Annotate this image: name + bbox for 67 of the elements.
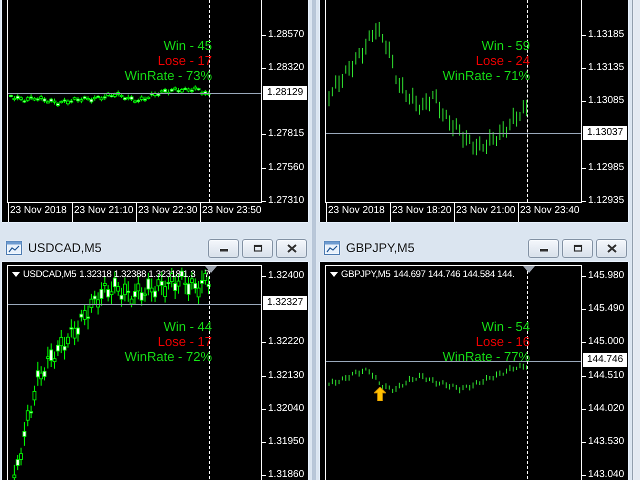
win-count: Win - 54 [482,319,530,334]
time-label: 23 Nov 23:40 [518,203,582,222]
price-label: 1.13085 [588,94,624,108]
chart-window-icon [324,241,340,255]
current-price-label: 1.13037 [583,126,627,140]
win-count: Win - 45 [164,38,212,53]
price-label: 1.13135 [588,61,624,76]
restore-button[interactable] [562,238,593,258]
restore-button[interactable] [242,238,273,258]
chart-symbol: GBPJPY,M5 [341,269,390,280]
price-label: 145.000 [588,335,624,350]
ohlc-quote: 144.697 144.746 144.584 144. [393,269,514,280]
lose-count: Lose - 24 [476,53,530,68]
price-label: 1.27815 [268,127,304,142]
price-label: 1.13185 [588,28,624,42]
minimize-button[interactable] [528,238,559,258]
minimize-button[interactable] [208,238,239,258]
price-label: 145.490 [588,302,624,316]
win-rate: WinRate - 72% [124,349,212,364]
lose-count: Lose - 17 [158,334,212,349]
price-label: 144.020 [588,402,624,416]
price-label: 1.27560 [268,161,304,176]
chart-symbol: USDCAD,M5 [23,269,76,280]
lose-count: Lose - 17 [158,53,212,68]
close-icon [606,244,616,252]
current-price-label: 144.746 [583,352,627,367]
price-label: 1.12935 [588,194,624,208]
win-rate: WinRate - 73% [124,68,212,83]
price-label: 1.32130 [268,368,304,383]
time-label: 23 Nov 2018 [326,203,390,222]
price-label: 143.040 [588,468,624,480]
window-title: GBPJPY,M5 [346,241,415,255]
win-count: Win - 59 [482,38,530,53]
restore-icon [252,244,262,252]
current-price-label: 1.32327 [263,296,307,310]
price-label: 1.27310 [268,194,304,208]
price-label: 144.510 [588,368,624,383]
win-rate: WinRate - 71% [442,68,530,83]
restore-icon [572,244,582,252]
price-label: 145.980 [588,269,624,283]
price-label: 1.32400 [268,269,304,283]
close-icon [286,244,296,252]
time-label: 23 Nov 23:50 [200,203,264,222]
price-label: 1.31860 [268,468,304,480]
time-label: 23 Nov 21:10 [72,203,136,222]
price-label: 1.28320 [268,60,304,75]
close-button[interactable] [276,238,307,258]
dropdown-triangle-icon[interactable] [330,272,338,277]
win-count: Win - 44 [164,319,212,334]
dropdown-triangle-icon[interactable] [12,272,20,277]
time-label: 23 Nov 18:20 [390,203,454,222]
time-label: 23 Nov 21:00 [454,203,518,222]
current-price-label: 1.28129 [263,86,307,100]
chart-shift-marker-icon[interactable] [523,266,535,273]
close-button[interactable] [596,238,627,258]
time-label: 23 Nov 22:30 [136,203,200,222]
price-label: 1.32040 [268,402,304,416]
time-label: 23 Nov 2018 [8,203,72,222]
win-rate: WinRate - 77% [442,349,530,364]
price-label: 1.28570 [268,28,304,42]
lose-count: Lose - 16 [476,334,530,349]
price-label: 1.12985 [588,160,624,175]
price-label: 143.530 [588,435,624,449]
chart-window-icon [6,241,22,255]
price-label: 1.32220 [268,335,304,350]
window-title: USDCAD,M5 [28,241,102,255]
price-label: 1.31950 [268,435,304,449]
